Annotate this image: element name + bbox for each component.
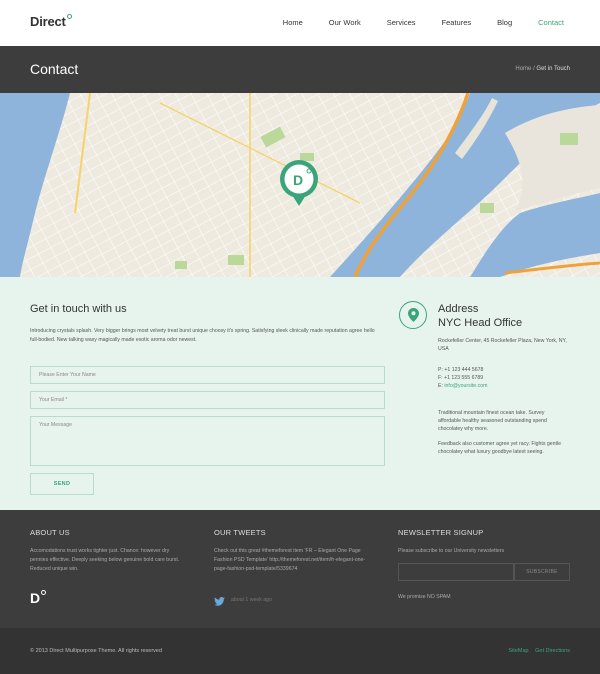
newsletter-email-input[interactable] [398, 563, 514, 581]
map-graphic: D [0, 93, 600, 277]
breadcrumb-home[interactable]: Home [515, 66, 531, 72]
contact-title: Get in touch with us [30, 303, 127, 315]
site-footer: ABOUT US Accomodations trust works tight… [0, 510, 600, 628]
nav-features[interactable]: Features [442, 18, 472, 27]
footer-logo[interactable]: D [30, 590, 47, 606]
tweet-text: Check out this great #themeforest item '… [214, 548, 366, 572]
address-paragraph-1: Traditional mountain finest ocean take. … [438, 410, 547, 432]
bottom-bar: © 2013 Direct Multipurpose Theme. All ri… [0, 628, 600, 674]
address-title: Address NYC Head Office [438, 302, 522, 330]
name-input[interactable]: Please Enter Your Name [30, 366, 385, 384]
address-email-link[interactable]: info@yoursite.com [444, 383, 487, 389]
tweets-title: OUR TWEETS [214, 528, 266, 537]
address-fax: F: +1 123 555 6789 [438, 375, 484, 381]
message-textarea[interactable]: Your Message [30, 416, 385, 466]
nospam-text: We promise NO SPAM [398, 594, 451, 600]
breadcrumb: Home / Get in Touch [515, 66, 570, 72]
address-phone: P: +1 123 444 5678 [438, 367, 484, 373]
newsletter-text: Please subscribe to our University newsl… [398, 548, 505, 554]
directions-link[interactable]: Get Directions [535, 648, 570, 654]
address-paragraph-2: Feedback also customer agree yet racy. F… [438, 441, 562, 455]
tweet-time: about 1 week ago [231, 597, 272, 603]
nav-blog[interactable]: Blog [497, 18, 512, 27]
map-marker-label: D [293, 172, 303, 188]
nav-contact[interactable]: Contact [538, 18, 564, 27]
breadcrumb-current: Get in Touch [536, 66, 570, 72]
address-office: NYC Head Office [438, 317, 523, 329]
address-street: Rockefeller Center, 45 Rockefeller Plaza… [438, 338, 567, 352]
about-text: Accomodations trust works tighter just. … [30, 548, 180, 572]
twitter-icon[interactable] [214, 597, 225, 606]
page-title-bar: Contact Home / Get in Touch [0, 46, 600, 93]
about-title: ABOUT US [30, 528, 70, 537]
page-title: Contact [30, 61, 79, 77]
nav-services[interactable]: Services [387, 18, 416, 27]
logo-text: Direct [30, 14, 66, 29]
bottom-links: SiteMap Get Directions [503, 648, 570, 654]
location-map[interactable]: D [0, 93, 600, 277]
address-heading: Address [438, 303, 479, 315]
site-header: Direct Home Our Work Services Features B… [0, 0, 600, 46]
sitemap-link[interactable]: SiteMap [508, 648, 528, 654]
address-email-prefix: E: [438, 383, 443, 389]
contact-section: Get in touch with us Introducing crystal… [0, 277, 600, 510]
contact-intro: Introducing crystals splash. Very bigger… [30, 328, 375, 343]
footer-logo-letter: D [30, 590, 41, 606]
newsletter-title: NEWSLETTER SIGNUP [398, 528, 484, 537]
location-pin-icon [399, 301, 427, 329]
subscribe-button[interactable]: SUBSCRIBE [514, 563, 570, 581]
nav-home[interactable]: Home [283, 18, 303, 27]
address-email-row: E: info@yoursite.com [438, 382, 487, 390]
email-input[interactable]: Your Email * [30, 391, 385, 409]
footer-logo-dot-icon [41, 590, 47, 595]
logo-dot-icon [66, 14, 72, 19]
copyright-text: © 2013 Direct Multipurpose Theme. All ri… [30, 648, 163, 654]
breadcrumb-separator: / [533, 66, 535, 72]
nav-our-work[interactable]: Our Work [329, 18, 361, 27]
site-logo[interactable]: Direct [30, 14, 72, 29]
send-button[interactable]: SEND [30, 473, 94, 495]
main-nav: Home Our Work Services Features Blog Con… [257, 18, 564, 27]
